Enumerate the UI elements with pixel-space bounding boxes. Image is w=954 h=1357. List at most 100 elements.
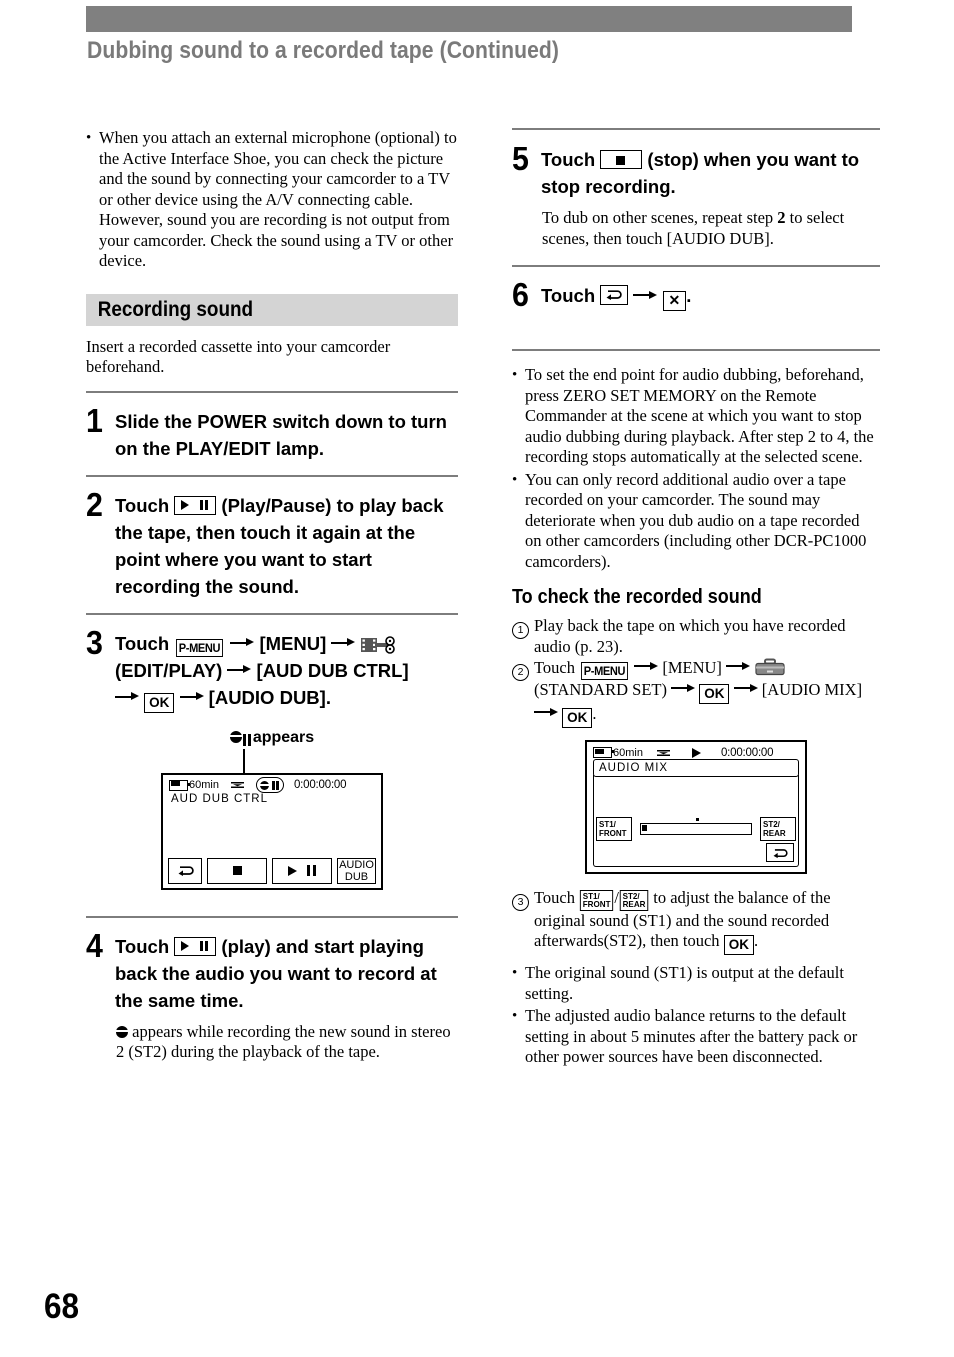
step-text: Touch (stop) when you want to stop recor… <box>541 142 880 200</box>
st1-front-button[interactable]: ST1/ FRONT <box>596 817 632 841</box>
p-menu-button-icon[interactable]: P-MENU <box>581 662 629 680</box>
step-text-lead: Touch <box>115 632 170 654</box>
audio-balance-slider[interactable] <box>640 818 752 835</box>
check-item-3: 3 Touch ST1/ FRONT / ST2/ REAR to adjust… <box>512 888 880 955</box>
step-text: Touch ✕. <box>541 278 880 311</box>
arrow-icon <box>227 665 252 675</box>
ok-button-icon[interactable]: OK <box>144 692 175 713</box>
icon-separator: / <box>614 888 620 907</box>
check-item-3-text: Touch ST1/ FRONT / ST2/ REAR to adjust t… <box>534 888 880 955</box>
slider-knob[interactable] <box>642 825 647 831</box>
bullet-dot: • <box>512 1008 518 1024</box>
step-2: 2 Touch (Play/Pause) to play back the ta… <box>86 488 458 600</box>
note-bullet: • To set the end point for audio dubbing… <box>512 365 880 468</box>
check-note-bullet: • The original sound (ST1) is output at … <box>512 963 880 1004</box>
lcd-status-row: 60min 0:00:00:00 <box>593 746 799 759</box>
ok-button-icon[interactable]: OK <box>562 708 593 728</box>
intro-bullet-text: When you attach an external microphone (… <box>99 128 457 270</box>
st2-rear-button[interactable]: ST2/ REAR <box>760 817 796 841</box>
tape-icon <box>656 748 670 758</box>
p-menu-button-icon[interactable]: P-MENU <box>176 638 224 657</box>
step-5-note: To dub on other scenes, repeat step 2 to… <box>542 208 880 249</box>
check-item-3-tail: . <box>753 931 759 950</box>
timecode: 0:00:00:00 <box>720 746 774 759</box>
audio-dub-line2: DUB <box>344 870 369 883</box>
note-bullet: • You can only record additional audio o… <box>512 470 880 573</box>
circled-number: 1 <box>512 616 534 657</box>
st2-rear-icon[interactable]: ST2/ REAR <box>619 889 649 911</box>
left-column: • When you attach an external microphone… <box>86 128 458 1063</box>
step-text: Touch P-MENU [MENU] (EDIT/PLAY) [AUD DUB… <box>115 626 458 713</box>
step-1: 1 Slide the POWER switch down to turn on… <box>86 404 458 462</box>
audio-dub-button[interactable]: AUDIO DUB <box>337 857 376 884</box>
divider <box>86 390 458 393</box>
play-pause-icon[interactable] <box>174 936 217 956</box>
play-pause-button[interactable] <box>272 857 332 884</box>
note-text: To set the end point for audio dubbing, … <box>525 365 874 466</box>
step-text-lead: Touch <box>115 494 170 516</box>
menu-label: [MENU] <box>259 632 327 654</box>
slider-center-tick <box>696 818 699 821</box>
check-item-2-tail: . <box>592 704 597 723</box>
section-heading-label: Recording sound <box>97 297 254 321</box>
arrow-icon <box>634 661 659 671</box>
aud-dub-ctrl-label: [AUD DUB CTRL] <box>256 659 409 681</box>
stop-icon[interactable] <box>600 150 643 169</box>
return-icon[interactable] <box>600 285 629 305</box>
bullet-dot: • <box>86 130 92 146</box>
arrow-icon <box>633 290 658 300</box>
intro-bullet: • When you attach an external microphone… <box>86 128 458 272</box>
step-5-note-a: To dub on other scenes, repeat step <box>542 208 774 227</box>
callout-label: appears <box>252 728 315 746</box>
check-item-2-text: Touch P-MENU [MENU] (STANDARD SET) OK [A… <box>534 658 880 728</box>
check-item-1-text: Play back the tape on which you have rec… <box>534 616 846 656</box>
running-head-title: Dubbing sound to a recorded tape (Contin… <box>87 37 560 64</box>
close-x-icon[interactable]: ✕ <box>662 291 687 311</box>
step-text: Slide the POWER switch down to turn on t… <box>115 410 447 459</box>
standard-set-label: (STANDARD SET) <box>534 680 667 699</box>
step-5-note-bold: 2 <box>777 208 786 227</box>
lcd-button-row: AUDIO DUB <box>168 857 376 884</box>
arrow-icon <box>115 692 139 702</box>
arrow-icon <box>331 638 356 648</box>
play-icon <box>691 747 701 758</box>
step-4: 4 Touch (play) and start playing back th… <box>86 929 458 1014</box>
arrow-icon <box>230 638 255 648</box>
timecode: 0:00:00:00 <box>293 779 347 791</box>
check-item-3-lead: Touch <box>534 888 576 907</box>
battery-icon <box>169 779 190 791</box>
step-number: 1 <box>86 401 103 439</box>
return-button[interactable] <box>168 857 202 884</box>
page-number: 68 <box>44 1287 80 1326</box>
bullet-dot: • <box>512 367 518 383</box>
battery-minutes: 60min <box>189 779 219 791</box>
section-intro-text: Insert a recorded cassette into your cam… <box>86 336 391 377</box>
stop-button[interactable] <box>207 857 267 884</box>
section-heading-recording-sound: Recording sound <box>86 293 458 326</box>
step-number: 4 <box>86 926 103 964</box>
edit-play-film-icon <box>360 635 395 655</box>
arrow-icon <box>179 692 204 702</box>
audio-dub-pause-indicator <box>255 777 284 793</box>
st1-front-icon[interactable]: ST1/ FRONT <box>580 889 614 911</box>
step-number: 6 <box>512 276 529 313</box>
circled-number: 3 <box>512 888 534 955</box>
ok-button-icon[interactable]: OK <box>699 684 730 704</box>
check-item-2: 2 Touch P-MENU [MENU] (STANDARD SET) OK … <box>512 658 880 728</box>
circled-number: 2 <box>512 658 534 728</box>
divider <box>86 612 458 615</box>
bullet-dot: • <box>512 471 518 488</box>
note-text: You can only record additional audio ove… <box>525 469 867 571</box>
return-button[interactable] <box>766 843 794 862</box>
divider <box>86 474 458 477</box>
arrow-icon <box>671 683 696 693</box>
step-text-rest: . <box>686 285 692 306</box>
step-3: 3 Touch P-MENU [MENU] (EDIT/PLAY) [AUD D… <box>86 626 458 713</box>
play-pause-icon[interactable] <box>174 495 217 515</box>
audio-dub-line1: AUDIO <box>339 858 374 871</box>
ok-button-icon[interactable]: OK <box>723 935 754 955</box>
leader-line <box>243 748 245 773</box>
lcd-audio-mix: 60min 0:00:00:00 AUDIO MIX ST1/ FRONT ST… <box>585 740 807 874</box>
audio-mix-label: [AUDIO MIX] <box>761 680 863 699</box>
step-text-lead: Touch <box>115 935 170 957</box>
